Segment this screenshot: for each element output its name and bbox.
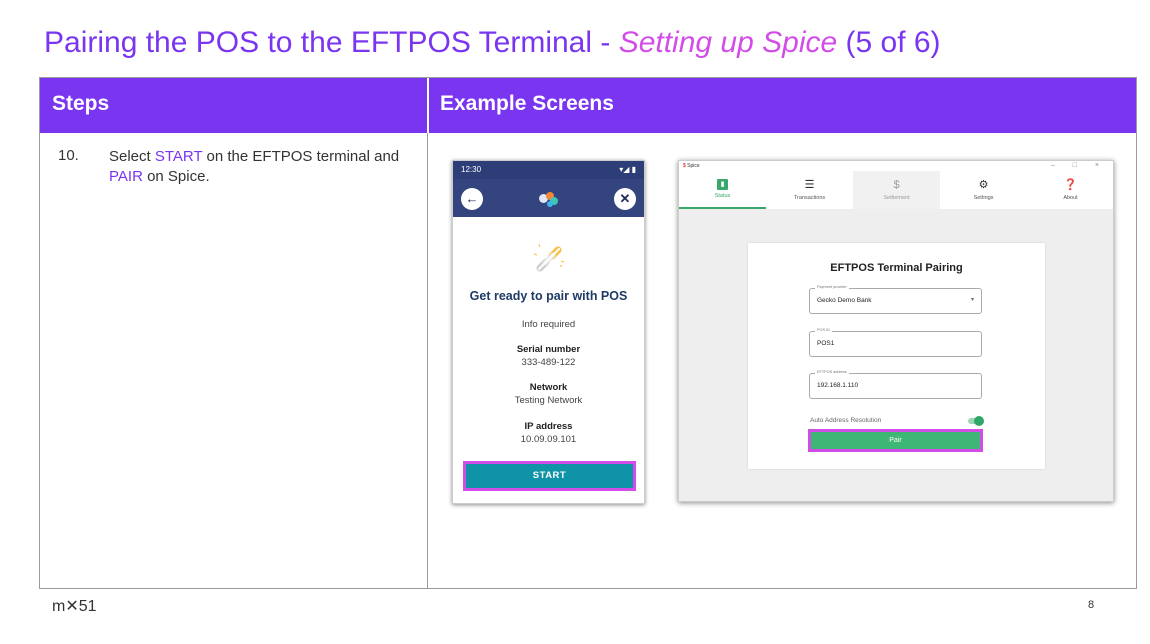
nav-status-label: Status <box>714 193 731 199</box>
auto-address-toggle[interactable] <box>968 416 984 426</box>
step-highlight-pair: PAIR <box>109 168 143 185</box>
header-steps: Steps <box>52 92 110 115</box>
header-example-screens: Example Screens <box>440 92 614 115</box>
page-number: 8 <box>1088 599 1095 611</box>
terminal-app-bar: ← ✕ <box>453 179 644 217</box>
hand-money-icon: $ <box>893 179 900 191</box>
pair-button[interactable]: Pair <box>808 429 983 452</box>
spice-window: $ Spice – □ × ▮ Status ☰ Transactions $ … <box>678 160 1114 502</box>
nav-status[interactable]: ▮ Status <box>679 171 766 209</box>
mx51-logo-icon <box>537 189 563 209</box>
ip-value: 10.09.09.101 <box>520 434 577 445</box>
slide-title: Pairing the POS to the EFTPOS Terminal -… <box>44 26 941 60</box>
spice-app-title: $ Spice <box>683 163 700 169</box>
table-header: Steps Example Screens <box>40 78 1136 133</box>
network-label: Network <box>529 382 568 393</box>
title-sub: Setting up Spice <box>618 26 838 59</box>
terminal-time: 12:30 <box>461 165 482 174</box>
question-icon: ❓ <box>1063 179 1078 191</box>
step-number: 10. <box>58 147 79 164</box>
chain-link-icon <box>533 243 565 272</box>
serial-label: Serial number <box>516 344 581 355</box>
arrow-left-icon[interactable]: ← <box>461 188 483 210</box>
pair-heading: Get ready to pair with POS <box>469 289 628 303</box>
toggle-knob <box>974 416 984 426</box>
posid-label: POS ID <box>815 328 832 332</box>
nav-settings[interactable]: ⚙ Settings <box>940 171 1027 209</box>
provider-value: Gecko Demo Bank <box>817 297 872 304</box>
title-main: Pairing the POS to the EFTPOS Terminal - <box>44 26 619 59</box>
ip-label: IP address <box>524 421 573 432</box>
gear-icon: ⚙ <box>978 179 989 191</box>
info-required: Info required <box>521 319 576 330</box>
nav-about[interactable]: ❓ About <box>1027 171 1113 209</box>
window-controls[interactable]: – □ × <box>1051 162 1107 169</box>
spice-logo-icon: $ <box>683 163 686 169</box>
provider-label: Payment provider <box>815 285 849 289</box>
address-field[interactable]: EFTPOS address 192.168.1.110 <box>809 370 982 399</box>
step-text-2: on the EFTPOS terminal and <box>202 148 400 165</box>
auto-address-label: Auto Address Resolution <box>810 417 882 424</box>
spice-nav-bar: $ Spice – □ × ▮ Status ☰ Transactions $ … <box>679 161 1113 209</box>
header-divider <box>427 78 429 133</box>
nav-settlement[interactable]: $ Settlement <box>853 171 940 209</box>
bar-chart-icon: ▮ <box>717 179 728 190</box>
terminal-screen: 12:30 ▾◢ ▮ ← ✕ Get ready to pair with PO… <box>452 160 645 504</box>
nav-about-label: About <box>1063 195 1078 201</box>
step-text-1: Select <box>109 148 155 165</box>
column-divider <box>427 78 428 588</box>
terminal-status-bar: 12:30 ▾◢ ▮ <box>453 161 644 179</box>
posid-field[interactable]: POS ID POS1 <box>809 328 982 357</box>
nav-transactions-label: Transactions <box>793 195 826 201</box>
title-suffix: (5 of 6) <box>837 26 941 59</box>
list-icon: ☰ <box>804 179 815 191</box>
network-value: Testing Network <box>514 395 583 406</box>
serial-value: 333-489-122 <box>521 357 576 368</box>
nav-transactions[interactable]: ☰ Transactions <box>766 171 853 209</box>
step-instruction: Select START on the EFTPOS terminal and … <box>109 147 424 187</box>
signal-battery-icon: ▾◢ ▮ <box>619 165 636 174</box>
provider-select[interactable]: Payment provider Gecko Demo Bank ▾ <box>809 285 982 314</box>
nav-settings-label: Settings <box>973 195 994 201</box>
nav-settlement-label: Settlement <box>883 195 910 201</box>
close-icon[interactable]: ✕ <box>614 188 636 210</box>
step-text-3: on Spice. <box>142 168 210 185</box>
start-button[interactable]: START <box>463 461 636 491</box>
address-label: EFTPOS address <box>815 370 849 374</box>
mx51-footer-logo: m✕51 <box>52 598 97 615</box>
chevron-down-icon: ▾ <box>970 297 974 303</box>
step-highlight-start: START <box>154 148 203 165</box>
address-value: 192.168.1.110 <box>817 382 859 389</box>
pairing-title: EFTPOS Terminal Pairing <box>830 262 963 274</box>
posid-value: POS1 <box>817 340 835 347</box>
pairing-card: EFTPOS Terminal Pairing Payment provider… <box>748 243 1045 469</box>
